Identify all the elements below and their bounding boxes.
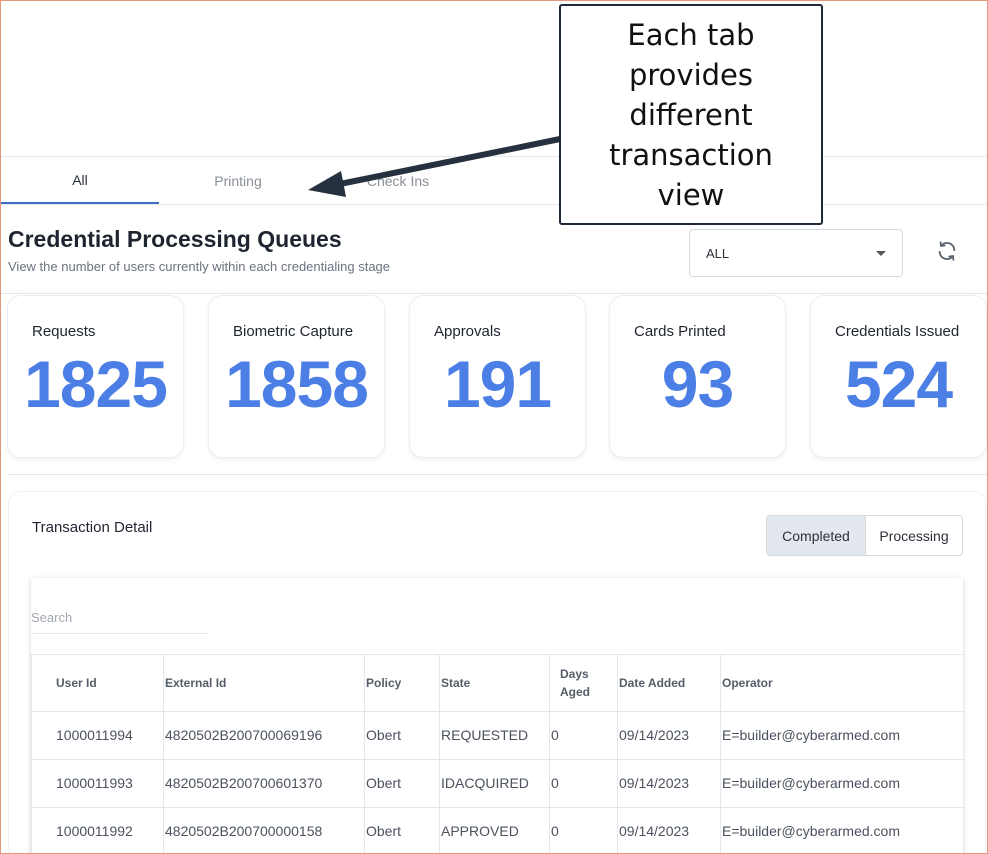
cell-date-added: 09/14/2023 xyxy=(617,759,721,808)
tab-all[interactable]: All xyxy=(1,157,159,204)
cell-policy: Obert xyxy=(364,711,440,760)
cell-days-aged: 0 xyxy=(549,711,618,760)
table-row[interactable]: 1000011992 4820502B200700000158 Obert AP… xyxy=(31,807,964,854)
cell-operator: E=builder@cyberarmed.com xyxy=(720,807,964,854)
stat-card-label: Cards Printed xyxy=(634,323,726,340)
cell-policy: Obert xyxy=(364,759,440,808)
stat-card-value: 93 xyxy=(661,347,734,421)
stat-card-label: Requests xyxy=(32,323,96,340)
column-header-date-added[interactable]: Date Added xyxy=(617,655,721,712)
cell-date-added: 09/14/2023 xyxy=(617,807,721,854)
cell-days-aged: 0 xyxy=(549,807,618,854)
stat-card-label: Approvals xyxy=(434,323,501,340)
tab-printing[interactable]: Printing xyxy=(159,157,317,204)
annotation-line: transaction xyxy=(609,137,773,172)
cell-days-aged: 0 xyxy=(549,759,618,808)
annotation-line: Each tab xyxy=(627,17,755,52)
search-input[interactable] xyxy=(31,602,209,634)
stat-card-value: 524 xyxy=(844,347,953,421)
cell-operator: E=builder@cyberarmed.com xyxy=(720,711,964,760)
stat-card-cards-printed: Cards Printed 93 xyxy=(609,295,786,458)
column-header-state[interactable]: State xyxy=(439,655,550,712)
stat-card-biometric-capture: Biometric Capture 1858 xyxy=(208,295,385,458)
column-header-policy[interactable]: Policy xyxy=(364,655,440,712)
cell-operator: E=builder@cyberarmed.com xyxy=(720,759,964,808)
transaction-table-card: User Id External Id Policy State Days Ag… xyxy=(31,578,964,854)
column-header-user-id[interactable]: User Id xyxy=(31,655,164,712)
cell-user-id: 1000011992 xyxy=(31,807,164,854)
page-subtitle: View the number of users currently withi… xyxy=(8,259,391,274)
annotation-line: provides xyxy=(628,57,753,92)
queue-filter-select[interactable]: ALL xyxy=(689,229,903,277)
transaction-table: User Id External Id Policy State Days Ag… xyxy=(31,655,964,854)
cell-external-id: 4820502B200700601370 xyxy=(163,759,365,808)
cell-state: REQUESTED xyxy=(439,711,550,760)
section-divider xyxy=(1,293,987,294)
stat-card-value: 1858 xyxy=(225,347,369,421)
cell-state: IDACQUIRED xyxy=(439,759,550,808)
cell-external-id: 4820502B200700000158 xyxy=(163,807,365,854)
cell-user-id: 1000011994 xyxy=(31,711,164,760)
stat-card-approvals: Approvals 191 xyxy=(409,295,586,458)
section-divider xyxy=(8,474,987,475)
cell-policy: Obert xyxy=(364,807,440,854)
processing-toggle-button[interactable]: Processing xyxy=(866,516,962,555)
column-header-operator[interactable]: Operator xyxy=(720,655,964,712)
refresh-button[interactable] xyxy=(934,238,960,264)
annotation-line: different xyxy=(629,97,753,132)
completed-toggle-button[interactable]: Completed xyxy=(767,516,866,555)
header-area xyxy=(1,1,987,157)
cell-date-added: 09/14/2023 xyxy=(617,711,721,760)
tab-bar: All Printing Check Ins xyxy=(1,157,987,205)
stat-card-value: 1825 xyxy=(24,347,168,421)
column-header-days-aged[interactable]: Days Aged xyxy=(549,655,618,712)
table-row[interactable]: 1000011993 4820502B200700601370 Obert ID… xyxy=(31,759,964,808)
page-title: Credential Processing Queues xyxy=(8,226,342,252)
refresh-icon xyxy=(938,241,956,261)
cell-external-id: 4820502B200700069196 xyxy=(163,711,365,760)
stat-card-value: 191 xyxy=(443,347,552,421)
stat-card-credentials-issued: Credentials Issued 524 xyxy=(810,295,987,458)
annotation-callout: Each tab provides different transaction … xyxy=(559,4,823,225)
stat-card-label: Credentials Issued xyxy=(835,323,960,340)
annotation-line: view xyxy=(657,177,725,212)
cell-user-id: 1000011993 xyxy=(31,759,164,808)
stat-card-requests: Requests 1825 xyxy=(7,295,184,458)
status-toggle: Completed Processing xyxy=(766,515,963,556)
table-header-row: User Id External Id Policy State Days Ag… xyxy=(31,655,964,712)
table-row[interactable]: 1000011994 4820502B200700069196 Obert RE… xyxy=(31,711,964,760)
caret-down-icon xyxy=(876,251,886,256)
transaction-detail-title: Transaction Detail xyxy=(32,519,153,536)
tab-check-ins[interactable]: Check Ins xyxy=(319,157,477,204)
stat-card-label: Biometric Capture xyxy=(233,323,354,340)
cell-state: APPROVED xyxy=(439,807,550,854)
queue-filter-value: ALL xyxy=(706,245,730,261)
column-header-external-id[interactable]: External Id xyxy=(163,655,365,712)
